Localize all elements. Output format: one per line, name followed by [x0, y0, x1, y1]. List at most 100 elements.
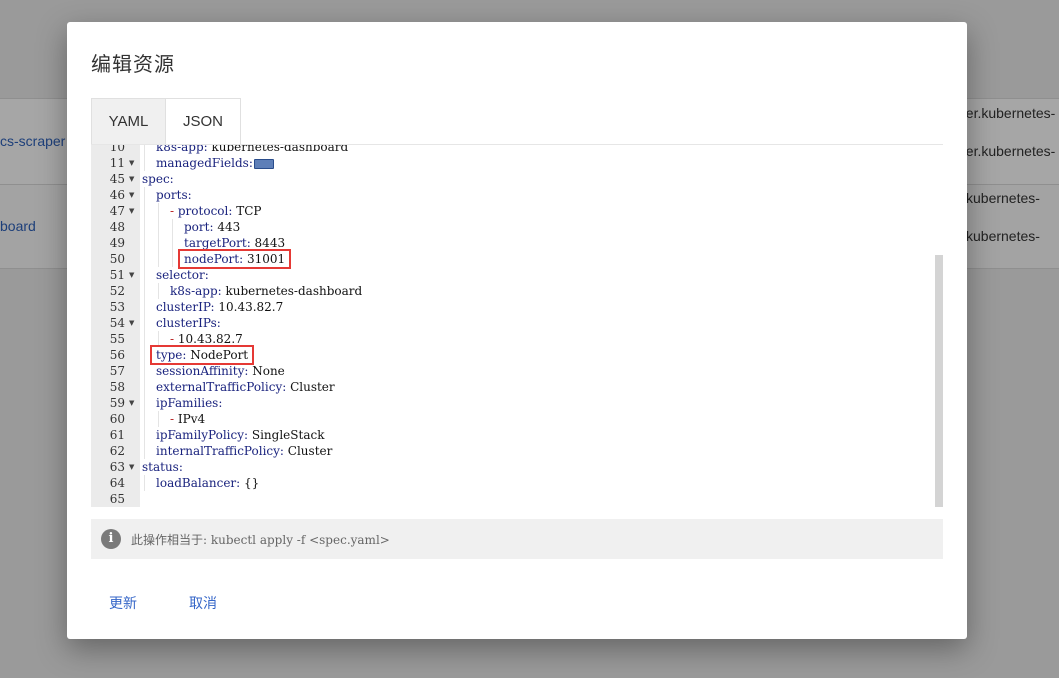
info-text: 此操作相当于: kubectl apply -f <spec.yaml> [131, 533, 390, 547]
fold-toggle-icon[interactable]: ▼ [129, 203, 134, 219]
yaml-value: SingleStack [248, 428, 325, 442]
code-line[interactable]: 63 ▼ status: [91, 459, 936, 475]
list-dash: - [170, 412, 178, 426]
line-number: 55 [109, 332, 125, 346]
background-link[interactable]: board [0, 218, 36, 234]
code-line[interactable]: 59 ▼ ipFamilies: [91, 395, 936, 411]
code-line[interactable]: 10 k8s-app: kubernetes-dashboard [91, 145, 936, 155]
line-number: 49 [109, 236, 125, 250]
indent-guide [144, 379, 145, 395]
code-line[interactable]: 46 ▼ ports: [91, 187, 936, 203]
line-number: 46 [109, 188, 125, 202]
editor-scrollbar[interactable] [935, 255, 943, 507]
code-editor[interactable]: 10 k8s-app: kubernetes-dashboard 11 ▼ manage… [91, 144, 943, 507]
code-line[interactable]: 60 - IPv4 [91, 411, 936, 427]
dialog-title: 编辑资源 [91, 54, 175, 76]
fold-toggle-icon[interactable]: ▼ [129, 187, 134, 203]
code-line[interactable]: 62 internalTrafficPolicy: Cluster [91, 443, 936, 459]
code-line[interactable]: 54 ▼ clusterIPs: [91, 315, 936, 331]
code-line[interactable]: 50 nodePort: 31001 [91, 249, 936, 269]
fold-toggle-icon[interactable]: ▼ [129, 315, 134, 331]
tab-yaml[interactable]: YAML [91, 98, 166, 144]
code-line[interactable]: 49 targetPort: 8443 [91, 235, 936, 251]
yaml-value: {} [240, 476, 260, 490]
code-lines: 10 k8s-app: kubernetes-dashboard 11 ▼ manage… [91, 145, 936, 507]
code-line[interactable]: 56 type: NodePort [91, 345, 936, 365]
code-line[interactable]: 64 loadBalancer: {} [91, 475, 936, 491]
yaml-value: NodePort [186, 348, 249, 362]
code-text: managedFields: [156, 155, 274, 171]
background-cell: kubernetes- [966, 228, 1040, 244]
indent-guide [144, 251, 145, 267]
yaml-key: clusterIP: [156, 300, 215, 314]
yaml-key: ports: [156, 188, 192, 202]
indent-guide [144, 235, 145, 251]
code-text: clusterIPs: [156, 315, 221, 331]
yaml-value: None [248, 364, 285, 378]
line-number: 57 [109, 364, 125, 378]
yaml-key: ipFamilyPolicy: [156, 428, 249, 442]
code-text: targetPort: 8443 [184, 235, 285, 251]
indent-guide [172, 219, 173, 235]
indent-guide [144, 427, 145, 443]
code-line[interactable]: 55 - 10.43.82.7 [91, 331, 936, 347]
line-number: 52 [109, 284, 125, 298]
background-link[interactable]: cs-scraper [0, 133, 65, 149]
indent-guide [144, 187, 145, 203]
fold-toggle-icon[interactable]: ▼ [129, 395, 134, 411]
yaml-value: Cluster [283, 444, 333, 458]
code-line[interactable]: 57 sessionAffinity: None [91, 363, 936, 379]
yaml-key: targetPort: [184, 236, 251, 250]
indent-guide [144, 475, 145, 491]
indent-guide [144, 411, 145, 427]
indent-guide [144, 315, 145, 331]
indent-guide [144, 443, 145, 459]
yaml-key: port: [184, 220, 214, 234]
code-line[interactable]: 53 clusterIP: 10.43.82.7 [91, 299, 936, 315]
yaml-value: 443 [213, 220, 241, 234]
update-button[interactable]: 更新 [101, 588, 145, 618]
code-line[interactable]: 61 ipFamilyPolicy: SingleStack [91, 427, 936, 443]
code-text: k8s-app: kubernetes-dashboard [170, 283, 362, 299]
yaml-key: k8s-app: [170, 284, 222, 298]
yaml-key: nodePort: [184, 252, 244, 266]
code-text: type: NodePort [156, 347, 248, 363]
code-text: port: 443 [184, 219, 240, 235]
background-cell: per.kubernetes- [958, 105, 1056, 121]
info-bar: i 此操作相当于: kubectl apply -f <spec.yaml> [91, 519, 943, 559]
fold-toggle-icon[interactable]: ▼ [129, 459, 134, 475]
line-number: 47 [109, 204, 125, 218]
code-text: sessionAffinity: None [156, 363, 285, 379]
code-line[interactable]: 51 ▼ selector: [91, 267, 936, 283]
line-number: 54 [109, 316, 125, 330]
yaml-key: spec: [142, 172, 174, 186]
line-number: 53 [109, 300, 125, 314]
code-line[interactable]: 58 externalTrafficPolicy: Cluster [91, 379, 936, 395]
collapsed-fold-icon[interactable] [253, 158, 274, 169]
indent-guide [144, 331, 145, 347]
line-number: 11 [109, 156, 125, 170]
code-text: - IPv4 [170, 411, 205, 427]
yaml-key: sessionAffinity: [156, 364, 249, 378]
code-line[interactable]: 47 ▼ - protocol: TCP [91, 203, 936, 219]
tab-json[interactable]: JSON [166, 98, 241, 144]
code-line[interactable]: 11 ▼ managedFields: [91, 155, 936, 171]
code-line[interactable]: 45 ▼ spec: [91, 171, 936, 187]
line-number: 63 [109, 460, 125, 474]
fold-toggle-icon[interactable]: ▼ [129, 171, 134, 187]
fold-toggle-icon[interactable]: ▼ [129, 267, 134, 283]
code-line[interactable]: 48 port: 443 [91, 219, 936, 235]
line-number: 51 [109, 268, 125, 282]
yaml-key: loadBalancer: [156, 476, 241, 490]
cancel-button[interactable]: 取消 [181, 588, 225, 618]
indent-guide [172, 235, 173, 251]
code-line[interactable]: 65 [91, 491, 936, 507]
yaml-value: Cluster [286, 380, 335, 394]
code-text: spec: [142, 171, 174, 187]
code-line[interactable]: 52 k8s-app: kubernetes-dashboard [91, 283, 936, 299]
code-text: ipFamilyPolicy: SingleStack [156, 427, 324, 443]
indent-guide [158, 283, 159, 299]
indent-guide [158, 235, 159, 251]
yaml-key: externalTrafficPolicy: [156, 380, 287, 394]
fold-toggle-icon[interactable]: ▼ [129, 155, 134, 171]
